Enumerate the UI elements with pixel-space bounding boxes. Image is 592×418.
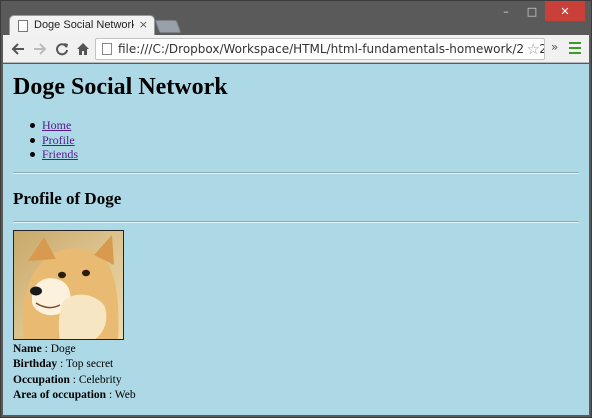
maximize-button[interactable]: □ — [519, 1, 545, 21]
profile-field-area: Area of occupation : Web — [13, 389, 136, 404]
extensions-overflow-button[interactable]: » — [551, 40, 558, 54]
close-window-button[interactable]: ✕ — [545, 1, 585, 21]
address-bar[interactable]: file:///C:/Dropbox/Workspace/HTML/html-f… — [95, 38, 545, 60]
url-text[interactable]: file:///C:/Dropbox/Workspace/HTML/html-f… — [118, 42, 544, 56]
profile-field-birthday: Birthday : Top secret — [13, 358, 136, 373]
page-content: Doge Social Network Home Profile Friends… — [3, 64, 589, 415]
field-label: Area of occupation — [13, 388, 107, 401]
nav-link-profile[interactable]: Profile — [42, 133, 75, 147]
nav-item-home: Home — [30, 118, 78, 133]
field-label: Name — [13, 343, 42, 355]
tab-close-icon[interactable]: × — [139, 18, 148, 31]
field-value: : Doge — [41, 343, 76, 355]
new-tab-button[interactable] — [154, 20, 182, 33]
profile-info: Name : Doge Birthday : Top secret Occupa… — [13, 343, 136, 404]
reload-icon[interactable] — [53, 39, 71, 59]
main-nav: Home Profile Friends — [30, 118, 78, 162]
profile-title: Profile of Doge — [13, 189, 122, 208]
profile-field-name: Name : Doge — [13, 343, 136, 358]
field-label: Birthday — [13, 358, 58, 371]
star-icon[interactable]: ☆ — [524, 40, 540, 58]
tab-strip: Doge Social Network - Pro × – □ ✕ — [1, 1, 591, 36]
profile-field-occupation: Occupation : Celebrity — [13, 374, 136, 389]
divider — [13, 172, 579, 174]
browser-toolbar: file:///C:/Dropbox/Workspace/HTML/html-f… — [3, 35, 589, 63]
field-label: Occupation — [13, 373, 70, 386]
nav-link-friends[interactable]: Friends — [42, 147, 78, 161]
field-value: : Celebrity — [69, 373, 122, 386]
menu-icon[interactable] — [569, 42, 581, 54]
page-icon — [102, 43, 112, 55]
minimize-button[interactable]: – — [493, 1, 519, 21]
browser-window: Doge Social Network - Pro × – □ ✕ file:/… — [0, 0, 592, 418]
site-title: Doge Social Network — [13, 74, 228, 100]
nav-item-profile: Profile — [30, 133, 78, 148]
home-icon[interactable] — [74, 39, 92, 59]
nav-item-friends: Friends — [30, 147, 78, 162]
tab-title: Doge Social Network - Pro — [34, 19, 134, 31]
field-value: : Web — [106, 388, 136, 401]
window-controls: – □ ✕ — [493, 1, 585, 21]
browser-tab[interactable]: Doge Social Network - Pro × — [9, 15, 155, 36]
field-value: : Top secret — [57, 358, 114, 371]
back-icon[interactable] — [9, 39, 27, 59]
page-icon — [18, 20, 28, 32]
avatar — [13, 230, 124, 340]
nav-link-home[interactable]: Home — [42, 118, 71, 132]
divider — [13, 221, 579, 223]
forward-icon[interactable] — [31, 39, 49, 59]
